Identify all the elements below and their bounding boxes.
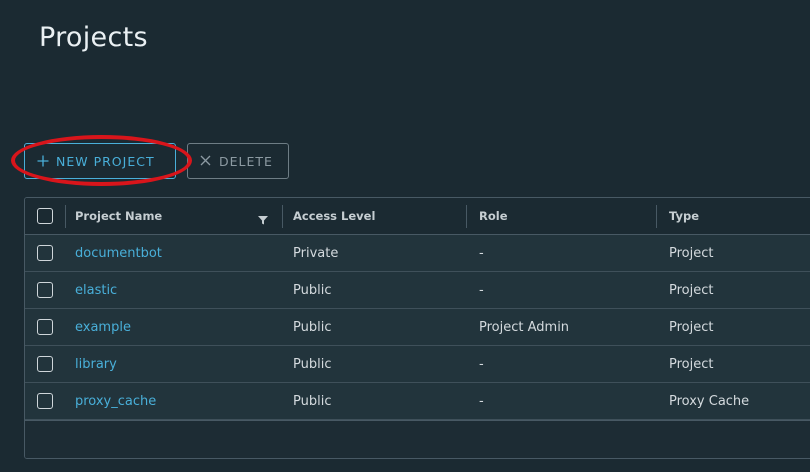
delete-button[interactable]: DELETE (187, 143, 289, 179)
row-select-cell (37, 272, 57, 308)
table-header: Project Name Access Level Role Type (25, 198, 810, 235)
type-cell: Project (669, 245, 714, 261)
row-checkbox[interactable] (37, 319, 53, 335)
type-cell: Project (669, 282, 714, 298)
access-level-cell: Public (293, 319, 332, 335)
table-footer (25, 420, 810, 458)
row-checkbox[interactable] (37, 282, 53, 298)
column-header-role[interactable]: Role (479, 198, 649, 234)
plus-icon (37, 155, 49, 167)
filter-icon[interactable] (257, 211, 269, 225)
row-checkbox[interactable] (37, 393, 53, 409)
project-name-link[interactable]: library (75, 346, 275, 382)
new-project-button[interactable]: NEW PROJECT (24, 143, 176, 179)
role-cell: Project Admin (479, 319, 570, 335)
row-select-cell (37, 235, 57, 271)
table-row: documentbot Private - Project (25, 235, 810, 272)
column-header-access-level[interactable]: Access Level (293, 198, 463, 234)
projects-table: Project Name Access Level Role Type docu… (24, 197, 810, 459)
role-cell: - (479, 393, 484, 409)
project-name-link[interactable]: example (75, 309, 275, 345)
column-header-type[interactable]: Type (669, 198, 810, 234)
column-separator (656, 205, 657, 228)
type-cell: Proxy Cache (669, 393, 750, 409)
table-row: proxy_cache Public - Proxy Cache (25, 383, 810, 420)
access-level-cell: Public (293, 393, 332, 409)
page-title: Projects (39, 22, 148, 53)
select-all-checkbox[interactable] (37, 208, 53, 224)
column-header-project-name[interactable]: Project Name (75, 198, 275, 234)
column-separator (282, 205, 283, 228)
delete-label: DELETE (219, 153, 273, 169)
project-name-link[interactable]: elastic (75, 272, 275, 308)
access-level-cell: Public (293, 356, 332, 372)
row-select-cell (37, 346, 57, 382)
role-cell: - (479, 282, 484, 298)
role-cell: - (479, 356, 484, 372)
table-row: example Public Project Admin Project (25, 309, 810, 346)
type-cell: Project (669, 319, 714, 335)
table-row: elastic Public - Project (25, 272, 810, 309)
project-name-link[interactable]: documentbot (75, 235, 275, 271)
row-select-cell (37, 309, 57, 345)
row-checkbox[interactable] (37, 356, 53, 372)
column-separator (466, 205, 467, 228)
header-select-cell (37, 198, 57, 234)
close-icon (200, 155, 212, 167)
access-level-cell: Private (293, 245, 339, 261)
role-cell: - (479, 245, 484, 261)
new-project-label: NEW PROJECT (56, 153, 155, 169)
type-cell: Project (669, 356, 714, 372)
row-checkbox[interactable] (37, 245, 53, 261)
table-row: library Public - Project (25, 346, 810, 383)
column-separator (65, 205, 66, 228)
project-name-link[interactable]: proxy_cache (75, 383, 275, 419)
access-level-cell: Public (293, 282, 332, 298)
row-select-cell (37, 383, 57, 419)
